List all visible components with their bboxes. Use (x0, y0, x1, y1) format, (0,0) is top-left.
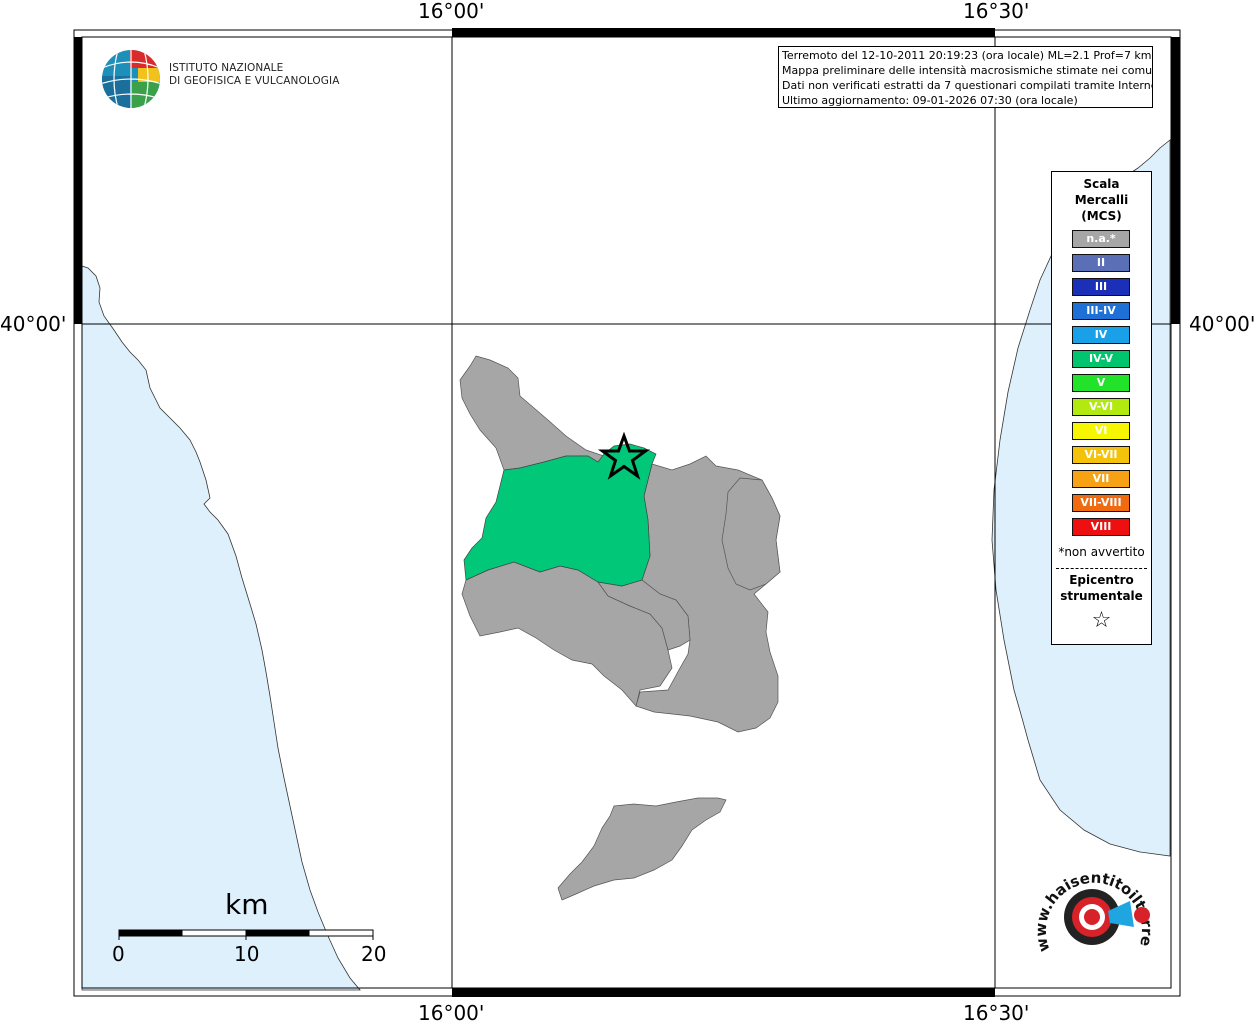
lon-label-bottom-16-00: 16°00' (418, 1001, 485, 1025)
ingv-logo-line1: ISTITUTO NAZIONALE (169, 62, 284, 74)
legend-title-line-3: (MCS) (1081, 209, 1122, 223)
legend-epicenter-line-2: strumentale (1060, 589, 1143, 603)
frame-bar-top (452, 28, 995, 37)
legend-item-vi-vii: VI-VII (1072, 446, 1130, 464)
legend-item-iii: III (1072, 278, 1130, 296)
lon-label-bottom-16-30: 16°30' (963, 1001, 1030, 1025)
legend-item-vii: VII (1072, 470, 1130, 488)
legend-title-line-1: Scala (1083, 177, 1120, 191)
legend-item-ii: II (1072, 254, 1130, 272)
lat-label-right-40-00: 40°00' (1189, 312, 1254, 336)
hst-logo-icon: www.haisentitoilterremoto.it (1022, 841, 1156, 954)
legend-item-viii: VIII (1072, 518, 1130, 536)
scale-bar-seg-3 (246, 930, 310, 936)
sea-west (81, 265, 361, 991)
legend-item-n-a: n.a.* (1072, 230, 1130, 248)
ingv-globe-icon (102, 50, 160, 108)
municipality-north-west (459, 355, 605, 471)
lat-label-left-40-00: 40°00' (0, 312, 67, 336)
lon-label-top-16-30: 16°30' (963, 0, 1030, 23)
ingv-logo-line2: DI GEOFISICA E VULCANOLOGIA (169, 75, 340, 87)
legend-epicenter-line-1: Epicentro (1069, 573, 1134, 587)
hai-sentito-il-terremoto-logo: www.haisentitoilterremoto.it (1022, 841, 1160, 975)
scale-bar-seg-1 (119, 930, 183, 936)
legend-item-vi: VI (1072, 422, 1130, 440)
legend-item-v: V (1072, 374, 1130, 392)
legend-title: Scala Mercalli (MCS) (1052, 176, 1151, 224)
event-info-box: Terremoto del 12-10-2011 20:19:23 (ora l… (778, 46, 1153, 108)
legend-item-iv-v: IV-V (1072, 350, 1130, 368)
scale-label-0: 0 (112, 942, 125, 966)
scale-label-20: 20 (361, 942, 387, 966)
legend-epicenter-label: Epicentro strumentale (1052, 572, 1151, 604)
legend-item-iv: IV (1072, 326, 1130, 344)
scale-label-10: 10 (234, 942, 260, 966)
legend-note: *non avvertito (1058, 545, 1145, 559)
event-info-line-2: Mappa preliminare delle intensità macros… (782, 64, 1153, 77)
legend-title-line-2: Mercalli (1074, 193, 1129, 207)
frame-bar-left (74, 37, 82, 324)
municipality-intensity-iv-v (463, 443, 657, 587)
lon-label-top-16-00: 16°00' (418, 0, 485, 23)
ingv-logo: ISTITUTO NAZIONALE DI GEOFISICA E VULCAN… (100, 48, 340, 110)
frame-bar-right (1171, 37, 1180, 324)
event-info-line-3: Dati non verificati estratti da 7 questi… (782, 79, 1153, 92)
event-info-line-1: Terremoto del 12-10-2011 20:19:23 (ora l… (782, 49, 1152, 62)
legend-item-iii-iv: III-IV (1072, 302, 1130, 320)
frame-bar-bottom (452, 988, 995, 997)
event-info-line-4: Ultimo aggiornamento: 09-01-2026 07:30 (… (782, 94, 1078, 107)
legend-item-v-vi: V-VI (1072, 398, 1130, 416)
municipality-east (721, 477, 781, 591)
mcs-legend: Scala Mercalli (MCS) n.a.* II III III-IV IV I… (1051, 171, 1152, 645)
scale-bar-unit: km (225, 888, 269, 921)
municipality-south-island (557, 797, 727, 901)
legend-item-vii-viii: VII-VIII (1072, 494, 1130, 512)
legend-star-icon: ☆ (1091, 608, 1112, 633)
legend-separator (1056, 568, 1147, 569)
